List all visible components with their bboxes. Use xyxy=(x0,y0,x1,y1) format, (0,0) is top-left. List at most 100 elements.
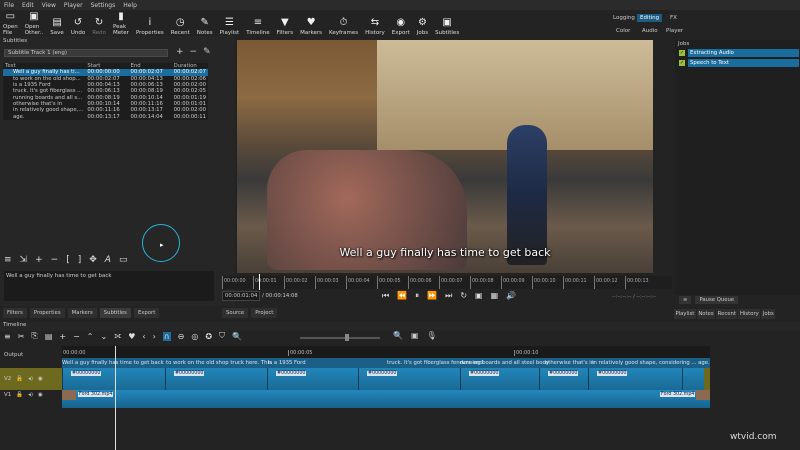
open-other-button[interactable]: ▣ Open Other.. xyxy=(25,10,44,36)
zoom-fit-icon[interactable]: ▣ xyxy=(411,331,419,340)
text-style-icon[interactable]: A xyxy=(105,255,111,265)
player-ruler[interactable]: 00:00:00 00:00:01 00:00:02 00:00:03 00:00:04… xyxy=(222,276,672,289)
tab-markers[interactable]: Markers xyxy=(67,308,97,318)
scrub-icon[interactable]: ⊖ xyxy=(178,332,185,341)
table-row[interactable]: is a 1935 Ford 00:00:04:13 00:00:06:13 00:0… xyxy=(3,82,208,88)
table-row[interactable]: otherwise that's in 00:00:10:14 00:00:11:1… xyxy=(3,101,208,107)
import-icon[interactable]: ⇲ xyxy=(20,255,28,265)
tab-export[interactable]: Export xyxy=(133,308,160,318)
skip-end-icon[interactable]: ⏭ xyxy=(445,291,452,301)
undo-button[interactable]: ↺ Undo xyxy=(71,16,85,36)
track-header-v2[interactable]: V2 🔓 ◂) ◉ xyxy=(0,368,62,390)
menu-icon[interactable]: ≡ xyxy=(4,255,12,265)
subtitle-clip-label[interactable]: is a 1935 Ford xyxy=(268,360,306,366)
table-row[interactable]: Well a guy finally has ti... 00:00:00:00 0… xyxy=(3,69,208,76)
tab-properties[interactable]: Properties xyxy=(29,308,65,318)
paste-icon[interactable]: ▤ xyxy=(45,332,53,341)
subtitle-text-editor[interactable]: Well a guy finally has time to get back xyxy=(4,271,214,301)
add-track-icon[interactable]: + xyxy=(176,47,184,57)
prev-marker-icon[interactable]: ‹ xyxy=(142,332,145,341)
set-start-icon[interactable]: [ xyxy=(66,255,70,265)
subtitle-clip-label[interactable]: otherwise that's in xyxy=(545,360,594,366)
ripple-icon[interactable]: ◎ xyxy=(191,332,198,341)
table-row[interactable]: to work on the old shop... 00:00:02:07 00:… xyxy=(3,76,208,82)
tab-project[interactable]: Project xyxy=(251,308,278,318)
rewind-icon[interactable]: ⏪ xyxy=(397,291,407,301)
subtitle-clip-label[interactable]: to work on the old shop truck here. This xyxy=(166,360,272,366)
timeline-button[interactable]: ≡ Timeline xyxy=(246,16,269,36)
clip-name[interactable]: Ford 302.mp4 xyxy=(78,392,114,397)
eye-icon[interactable]: ◉ xyxy=(38,392,43,398)
append-icon[interactable]: + xyxy=(59,332,66,341)
zoom-fit-icon[interactable]: ▣ xyxy=(475,291,483,301)
subtitle-clip[interactable]: #00000000 xyxy=(358,368,460,390)
menu-player[interactable]: Player xyxy=(64,2,83,9)
menu-help[interactable]: Help xyxy=(123,2,137,9)
subtitle-clip[interactable]: #00000000 xyxy=(588,368,682,390)
table-row[interactable]: truck. It's got fiberglass ... 00:00:06:1… xyxy=(3,88,208,94)
properties-button[interactable]: i Properties xyxy=(136,16,164,36)
timeline-playhead[interactable] xyxy=(115,346,116,450)
mute-icon[interactable]: ◂) xyxy=(28,392,33,398)
tab-filters[interactable]: Filters xyxy=(3,308,27,318)
table-row[interactable]: running boards and all s... 00:00:08:19 00… xyxy=(3,94,208,101)
subtitle-clip[interactable]: #00000000 xyxy=(539,368,588,390)
layout-player[interactable]: Player xyxy=(666,28,683,34)
overwrite-icon[interactable]: ⌄ xyxy=(100,332,107,341)
add-icon[interactable]: + xyxy=(35,255,43,265)
tab-subtitles[interactable]: Subtitles xyxy=(99,308,131,318)
grid-icon[interactable]: ▦ xyxy=(491,291,499,301)
ripple-all-icon[interactable]: ✪ xyxy=(205,332,212,341)
recent-button[interactable]: ◷ Recent xyxy=(171,16,190,36)
pause-queue-button[interactable]: Pause Queue xyxy=(695,296,739,304)
video-preview[interactable]: Well a guy finally has time to get back xyxy=(237,40,653,273)
subtitle-clip[interactable]: #00000000 xyxy=(267,368,358,390)
remove-icon[interactable]: − xyxy=(73,332,80,341)
subtitle-clip[interactable] xyxy=(682,368,704,390)
filters-button[interactable]: ▼ Filters xyxy=(277,16,294,36)
remove-icon[interactable]: − xyxy=(51,255,59,265)
speech-to-text-icon[interactable]: ▭ xyxy=(119,255,128,265)
clip-name[interactable]: Ford 302.mp4 xyxy=(660,392,696,397)
markers-button[interactable]: ♥ Markers xyxy=(300,16,322,36)
table-row[interactable]: age. 00:00:13:17 00:00:14:04 00:00:00:11 xyxy=(3,113,208,120)
tab-notes[interactable]: Notes xyxy=(696,309,716,319)
menu-file[interactable]: File xyxy=(4,2,14,9)
lift-icon[interactable]: ⌃ xyxy=(87,332,94,341)
subtitle-clip-label[interactable]: running boards and all steel body xyxy=(460,360,549,366)
job-item[interactable]: ✓ Speech to Text xyxy=(679,59,799,67)
record-audio-icon[interactable]: 🎙 xyxy=(427,331,437,340)
menu-settings[interactable]: Settings xyxy=(91,2,116,9)
layout-editing[interactable]: Editing xyxy=(637,14,663,22)
track-v2[interactable]: #00000000 #00000000 #00000000 #00000000 #000… xyxy=(62,368,710,390)
job-item[interactable]: ✓ Extracting Audio xyxy=(679,49,799,57)
notes-button[interactable]: ✎ Notes xyxy=(197,16,213,36)
subtitles-button[interactable]: ▣ Subtitles xyxy=(435,16,459,36)
zoom-out-icon[interactable]: 🔍 xyxy=(232,332,242,341)
open-file-button[interactable]: ▭ Open File xyxy=(3,10,18,36)
zoom-slider[interactable] xyxy=(300,337,380,339)
jobs-menu-icon[interactable]: ≡ xyxy=(679,296,692,304)
layout-audio[interactable]: Audio xyxy=(642,28,658,34)
menu-view[interactable]: View xyxy=(42,2,56,9)
history-button[interactable]: ⇆ History xyxy=(365,16,385,36)
tab-source[interactable]: Source xyxy=(222,308,249,318)
remove-track-icon[interactable]: − xyxy=(190,47,198,57)
subtitle-clip[interactable]: #00000000 xyxy=(460,368,539,390)
current-time-field[interactable]: 00:00:01:04 xyxy=(222,291,261,301)
tab-playlist[interactable]: Playlist xyxy=(674,309,696,319)
player-playhead[interactable] xyxy=(259,274,260,290)
snap-icon[interactable]: ∩ xyxy=(162,331,171,341)
tab-history[interactable]: History xyxy=(738,309,761,319)
track-header-v1[interactable]: V1 🔓 ◂) ◉ xyxy=(0,392,62,398)
set-end-icon[interactable]: ] xyxy=(78,255,82,265)
redo-button[interactable]: ↻ Redo xyxy=(92,16,106,36)
subtitle-clip-label[interactable]: Well a guy finally has time to get back xyxy=(62,360,164,366)
layout-fx[interactable]: FX xyxy=(670,15,677,21)
layout-color[interactable]: Color xyxy=(616,28,630,34)
lock-icon[interactable]: 🔓 xyxy=(16,392,23,398)
layout-logging[interactable]: Logging xyxy=(613,15,635,21)
pause-icon[interactable]: ⏸ xyxy=(415,291,419,301)
tab-recent[interactable]: Recent xyxy=(716,309,738,319)
fast-forward-icon[interactable]: ⏩ xyxy=(427,291,437,301)
